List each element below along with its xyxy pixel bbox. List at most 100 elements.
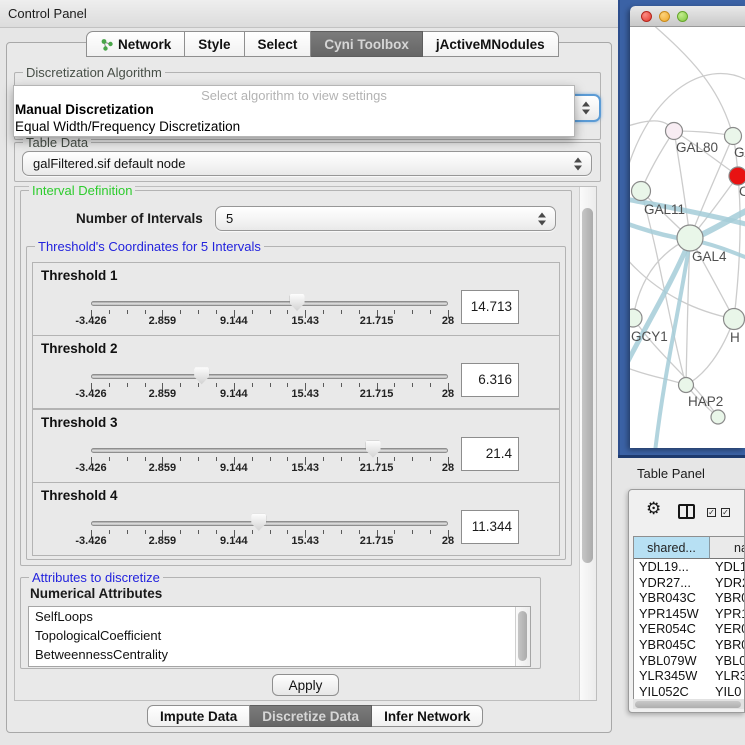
- tab-cyni-toolbox[interactable]: Cyni Toolbox: [311, 31, 423, 57]
- algorithm-option-manual[interactable]: Manual Discretization: [15, 102, 573, 118]
- table-cell: YBR0: [710, 590, 745, 606]
- mac-close-icon[interactable]: [641, 11, 652, 22]
- table-hscrollbar-thumb[interactable]: [635, 701, 741, 708]
- checkbox-icon[interactable]: ✓: [707, 508, 716, 517]
- slider-tick: [341, 457, 342, 461]
- tab-label: Select: [258, 37, 298, 52]
- table-row[interactable]: YIL052CYIL0: [634, 684, 745, 700]
- table-row[interactable]: YER054CYER0: [634, 621, 745, 637]
- list-item[interactable]: SelfLoops: [29, 607, 530, 626]
- table-row[interactable]: YBR043CYBR0: [634, 590, 745, 606]
- slider-thumb[interactable]: [251, 514, 266, 531]
- threshold-value-field[interactable]: 21.4: [461, 437, 519, 471]
- column-header-0[interactable]: shared...: [634, 537, 710, 559]
- slider-tick-label: -3.426: [75, 315, 106, 327]
- network-node-gal11[interactable]: [632, 182, 651, 201]
- gear-icon[interactable]: ⚙: [646, 500, 661, 517]
- network-edge: [630, 74, 745, 177]
- slider-tick-label: 21.715: [360, 535, 394, 547]
- num-intervals-combo[interactable]: 5: [215, 206, 556, 231]
- threshold-value-field[interactable]: 11.344: [461, 510, 519, 544]
- checkbox-icon[interactable]: ✓: [721, 508, 730, 517]
- slider-tick: [430, 530, 431, 534]
- slider-tick: [359, 530, 360, 534]
- table-row[interactable]: YDL19...YDL1: [634, 559, 745, 575]
- slider-tick: [127, 457, 128, 461]
- slider-tick: [287, 530, 288, 534]
- table-hscrollbar-track[interactable]: [633, 699, 745, 709]
- table-row[interactable]: YDR27...YDR2: [634, 575, 745, 591]
- split-columns-icon[interactable]: [678, 504, 695, 519]
- slider-thumb[interactable]: [194, 367, 209, 384]
- table-data-combo[interactable]: galFiltered.sif default node: [22, 151, 592, 176]
- num-intervals-value: 5: [216, 211, 233, 226]
- table-row[interactable]: YPR145WYPR1: [634, 606, 745, 622]
- slider-tick: [180, 457, 181, 461]
- slider-tick-label: 2.859: [149, 462, 177, 474]
- network-canvas[interactable]: GAL80GACGAL11GAL4GCY1HHAP2: [630, 27, 745, 448]
- slider-tick: [127, 310, 128, 314]
- slider-track[interactable]: [91, 301, 448, 306]
- tab-style[interactable]: Style: [185, 31, 244, 57]
- slider-tick-label: 9.144: [220, 535, 248, 547]
- list-item[interactable]: TopologicalCoefficient: [29, 626, 530, 645]
- tab-infer-network[interactable]: Infer Network: [372, 705, 483, 727]
- network-node-gal80[interactable]: [666, 123, 683, 140]
- slider-tick: [359, 457, 360, 461]
- mac-minimize-icon[interactable]: [659, 11, 670, 22]
- threshold-value-field[interactable]: 14.713: [461, 290, 519, 324]
- slider-tick: [394, 383, 395, 387]
- table-row[interactable]: YBR045CYBR0: [634, 637, 745, 653]
- slider-track[interactable]: [91, 521, 448, 526]
- slider-tick: [145, 383, 146, 387]
- slider-thumb[interactable]: [366, 441, 381, 458]
- table-cell: YBL0: [710, 653, 745, 669]
- slider-tick-label: 2.859: [149, 315, 177, 327]
- control-panel-tabs: NetworkStyle Select Cyni ToolboxjActiveMNo…: [86, 31, 559, 57]
- table-panel-window: ⚙ ✓ ✓ shared...na YDL19...YDL1YDR27...YD…: [628, 489, 745, 713]
- table-header-row: shared...na: [634, 537, 745, 559]
- network-node[interactable]: [711, 410, 725, 424]
- num-intervals-label: Number of Intervals: [76, 211, 203, 226]
- slider-tick-label: 15.43: [291, 315, 319, 327]
- slider-tick-label: 15.43: [291, 535, 319, 547]
- network-node-hap2[interactable]: [679, 378, 694, 393]
- slider-tick-label: -3.426: [75, 462, 106, 474]
- network-node-ga[interactable]: [725, 128, 742, 145]
- slider-tick: [394, 310, 395, 314]
- apply-button[interactable]: Apply: [272, 674, 339, 696]
- tab-select[interactable]: Select: [245, 31, 312, 57]
- threshold-value-field[interactable]: 6.316: [461, 363, 519, 397]
- network-node-gal4[interactable]: [677, 225, 703, 251]
- table-cell: YBR043C: [634, 590, 710, 606]
- column-header-1[interactable]: na: [710, 537, 745, 559]
- slider-tick: [216, 310, 217, 314]
- tab-discretize-data[interactable]: Discretize Data: [250, 705, 372, 727]
- tab-network[interactable]: Network: [86, 31, 185, 57]
- slider-tick: [252, 310, 253, 314]
- threshold-panel-3: Threshold 3-3.4262.8599.14415.4321.71528…: [32, 409, 560, 483]
- table-cell: YDR2: [710, 575, 745, 591]
- network-node-c[interactable]: [729, 167, 745, 185]
- tab-impute-data[interactable]: Impute Data: [147, 705, 250, 727]
- slider-tick: [394, 530, 395, 534]
- list-item[interactable]: BetweennessCentrality: [29, 645, 530, 664]
- attributes-scrollbar-thumb[interactable]: [518, 611, 527, 661]
- slider-track[interactable]: [91, 448, 448, 453]
- mac-zoom-icon[interactable]: [677, 11, 688, 22]
- settings-scrollbar-thumb[interactable]: [582, 208, 593, 563]
- numerical-attributes-list[interactable]: SelfLoopsTopologicalCoefficientBetweenne…: [28, 606, 531, 667]
- algorithm-option-equal-width[interactable]: Equal Width/Frequency Discretization: [15, 119, 573, 135]
- slider-tick-label: 15.43: [291, 388, 319, 400]
- table-row[interactable]: YBL079WYBL0: [634, 653, 745, 669]
- network-node-h[interactable]: [724, 309, 745, 330]
- slider-tick: [430, 310, 431, 314]
- slider-thumb[interactable]: [290, 294, 305, 311]
- slider-tick-label: 9.144: [220, 315, 248, 327]
- table-row[interactable]: YLR345WYLR3: [634, 668, 745, 684]
- slider-tick: [341, 383, 342, 387]
- network-node-gcy1[interactable]: [630, 309, 642, 327]
- tab-jactivemnodules[interactable]: jActiveMNodules: [423, 31, 559, 57]
- slider-track[interactable]: [91, 374, 448, 379]
- slider-tick: [287, 310, 288, 314]
